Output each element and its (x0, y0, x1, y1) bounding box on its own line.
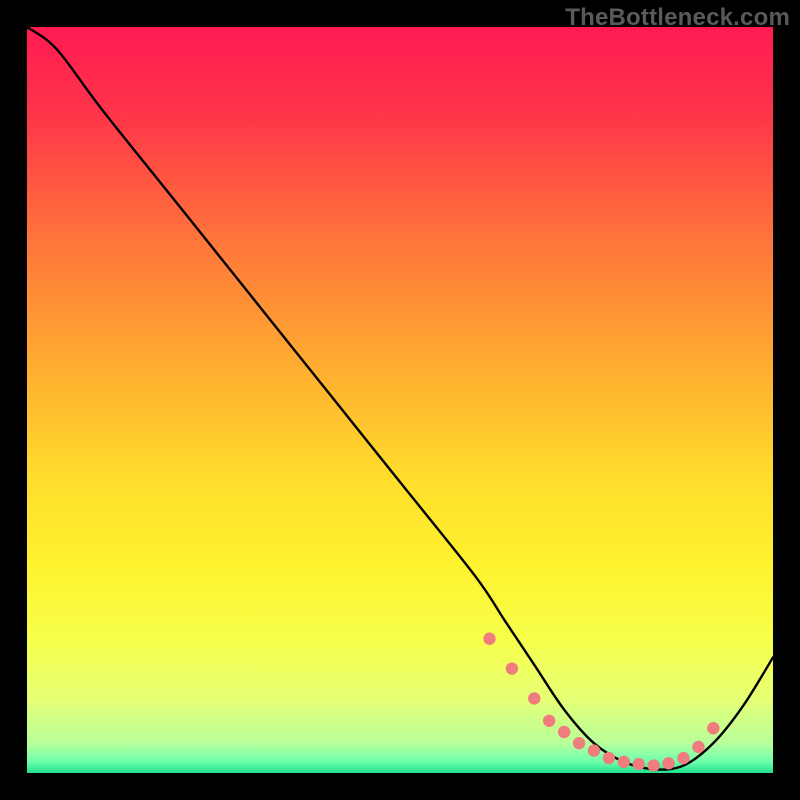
plot-svg (27, 27, 773, 773)
valley-marker (588, 744, 600, 756)
watermark-text: TheBottleneck.com (565, 4, 790, 32)
valley-marker (558, 726, 570, 738)
valley-marker (543, 715, 555, 727)
valley-marker (603, 752, 615, 764)
chart-frame: TheBottleneck.com (0, 0, 800, 800)
valley-marker (633, 758, 645, 770)
valley-marker (528, 692, 540, 704)
valley-marker (707, 722, 719, 734)
valley-marker (506, 662, 518, 674)
valley-marker (677, 752, 689, 764)
valley-marker (618, 756, 630, 768)
valley-marker (573, 737, 585, 749)
heatmap-background (27, 27, 773, 773)
valley-marker (692, 741, 704, 753)
plot-area (27, 27, 773, 773)
valley-marker (483, 633, 495, 645)
valley-marker (647, 759, 659, 771)
valley-marker (662, 757, 674, 769)
